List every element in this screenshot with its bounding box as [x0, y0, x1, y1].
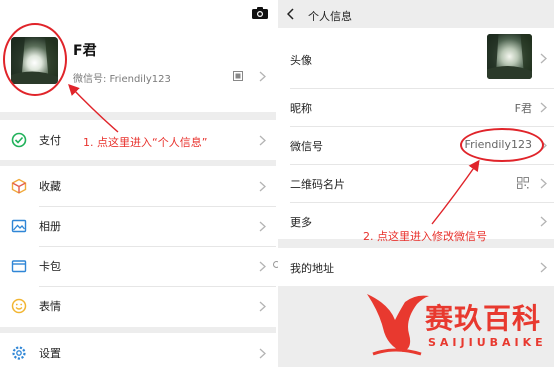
sticker-smiley-icon [11, 298, 27, 314]
profile-header[interactable]: F君 微信号: Friendily123 [0, 0, 276, 112]
nav-header: 个人信息 [278, 0, 554, 28]
settings-gear-icon [12, 346, 26, 360]
album-icon [11, 219, 27, 233]
chevron-right-icon [540, 178, 547, 189]
wechat-id-text: 微信号: Friendily123 [73, 74, 171, 85]
row-label: 头像 [290, 54, 312, 67]
page-title: 个人信息 [308, 10, 352, 23]
avatar-large [487, 34, 532, 79]
menu-item-stickers[interactable]: 表情 [0, 286, 276, 326]
favorites-cube-icon [11, 178, 27, 194]
chevron-right-icon [259, 348, 266, 359]
me-tab-screen: F君 微信号: Friendily123 支付 收藏 相册 卡包 表情 设置 1… [0, 0, 276, 367]
menu-label: 表情 [39, 300, 61, 313]
camera-icon[interactable] [252, 7, 268, 19]
chevron-right-icon [259, 71, 266, 82]
menu-group-settings: 设置 [0, 333, 276, 367]
chevron-right-icon [259, 181, 266, 192]
highlight-circle-wechat-id [460, 128, 544, 162]
pay-icon [11, 132, 27, 148]
row-my-address[interactable]: 我的地址 [278, 248, 554, 286]
row-label: 微信号 [290, 140, 323, 153]
menu-label: 相册 [39, 220, 61, 233]
row-qr-card[interactable]: 二维码名片 [278, 164, 554, 202]
watermark-subtext: SAIJIUBAIKE [428, 336, 547, 349]
nickname: F君 [73, 43, 97, 59]
row-nickname[interactable]: 昵称 F君 [278, 88, 554, 126]
row-label: 昵称 [290, 102, 312, 115]
menu-label: 设置 [39, 347, 61, 360]
nickname-value: F君 [514, 102, 532, 115]
highlight-circle-avatar [3, 23, 67, 96]
chevron-right-icon [540, 102, 547, 113]
menu-label: 收藏 [39, 180, 61, 193]
menu-label: 支付 [39, 134, 61, 147]
chevron-right-icon [259, 261, 266, 272]
menu-label: 卡包 [39, 260, 61, 273]
row-label: 我的地址 [290, 262, 334, 275]
chevron-right-icon [259, 135, 266, 146]
chevron-right-icon [540, 53, 547, 64]
watermark-text: 赛玖百科 [425, 302, 542, 335]
qr-code-icon[interactable] [233, 71, 243, 81]
chevron-right-icon [540, 262, 547, 273]
menu-item-favorites[interactable]: 收藏 [0, 166, 276, 206]
back-arrow-icon[interactable] [287, 8, 294, 20]
chevron-right-icon [540, 216, 547, 227]
annotation-step-2: 2. 点这里进入修改微信号 [363, 230, 487, 243]
row-label: 更多 [290, 216, 312, 229]
address-card: 我的地址 [278, 248, 554, 286]
chevron-right-icon [259, 221, 266, 232]
card-wallet-icon [11, 260, 27, 273]
menu-item-card-wallet[interactable]: 卡包 [0, 246, 276, 286]
menu-item-settings[interactable]: 设置 [0, 333, 276, 367]
annotation-step-1: 1. 点这里进入“个人信息” [83, 136, 208, 149]
row-label: 二维码名片 [290, 178, 345, 191]
menu-group-main: 收藏 相册 卡包 表情 [0, 166, 276, 327]
chevron-right-icon [259, 301, 266, 312]
qr-code-icon [517, 177, 529, 189]
menu-item-album[interactable]: 相册 [0, 206, 276, 246]
